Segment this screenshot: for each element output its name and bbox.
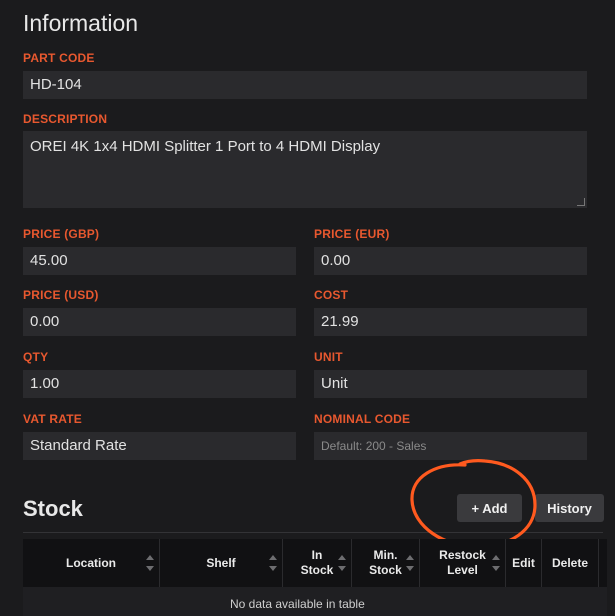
- sort-icon[interactable]: [146, 554, 154, 572]
- unit-label: UNIT: [314, 350, 343, 364]
- part-information-page: Information PART CODE HD-104 DESCRIPTION…: [0, 0, 615, 616]
- description-textarea[interactable]: OREI 4K 1x4 HDMI Splitter 1 Port to 4 HD…: [23, 131, 587, 208]
- empty-table-message: No data available in table: [230, 597, 365, 611]
- column-edit-label: Edit: [512, 555, 535, 570]
- cost-label: COST: [314, 288, 349, 302]
- price-eur-label: PRICE (EUR): [314, 227, 390, 241]
- column-in-stock-label: In Stock: [300, 548, 334, 577]
- column-restock-level[interactable]: Restock Level: [420, 539, 506, 587]
- price-eur-field[interactable]: 0.00: [314, 247, 587, 275]
- vat-rate-label: VAT RATE: [23, 412, 82, 426]
- qty-label: QTY: [23, 350, 49, 364]
- qty-field[interactable]: 1.00: [23, 370, 296, 398]
- column-location-label: Location: [66, 555, 116, 570]
- section-title-information: Information: [23, 10, 139, 36]
- history-button[interactable]: History: [535, 494, 604, 522]
- column-min-stock-label: Min. Stock: [369, 548, 402, 577]
- column-delete-label: Delete: [551, 555, 589, 570]
- part-code-label: PART CODE: [23, 51, 95, 65]
- column-location[interactable]: Location: [23, 539, 160, 587]
- vat-rate-select[interactable]: Standard Rate: [23, 432, 296, 460]
- column-shelf[interactable]: Shelf: [160, 539, 283, 587]
- description-label: DESCRIPTION: [23, 112, 108, 126]
- price-gbp-field[interactable]: 45.00: [23, 247, 296, 275]
- sort-icon[interactable]: [406, 554, 414, 572]
- description-text: OREI 4K 1x4 HDMI Splitter 1 Port to 4 HD…: [30, 138, 381, 155]
- price-gbp-label: PRICE (GBP): [23, 227, 100, 241]
- column-delete: Delete: [542, 539, 599, 587]
- column-edit: Edit: [506, 539, 542, 587]
- part-code-field[interactable]: HD-104: [23, 71, 587, 99]
- section-title-stock: Stock: [23, 496, 83, 521]
- sort-icon[interactable]: [338, 554, 346, 572]
- sort-icon[interactable]: [269, 554, 277, 572]
- stock-table-header: Location Shelf In Stock Min. Stock Resto…: [23, 539, 607, 587]
- nominal-code-label: NOMINAL CODE: [314, 412, 411, 426]
- resize-grip-icon[interactable]: [577, 198, 585, 206]
- unit-field[interactable]: Unit: [314, 370, 587, 398]
- sort-icon[interactable]: [492, 554, 500, 572]
- cost-field[interactable]: 21.99: [314, 308, 587, 336]
- price-usd-field[interactable]: 0.00: [23, 308, 296, 336]
- column-restock-level-label: Restock Level: [439, 548, 486, 577]
- column-shelf-label: Shelf: [206, 555, 236, 570]
- add-stock-button[interactable]: + Add: [457, 494, 522, 522]
- column-min-stock[interactable]: Min. Stock: [352, 539, 420, 587]
- price-usd-label: PRICE (USD): [23, 288, 99, 302]
- column-in-stock[interactable]: In Stock: [283, 539, 352, 587]
- nominal-code-input[interactable]: Default: 200 - Sales: [314, 432, 587, 460]
- stock-divider: [23, 532, 603, 533]
